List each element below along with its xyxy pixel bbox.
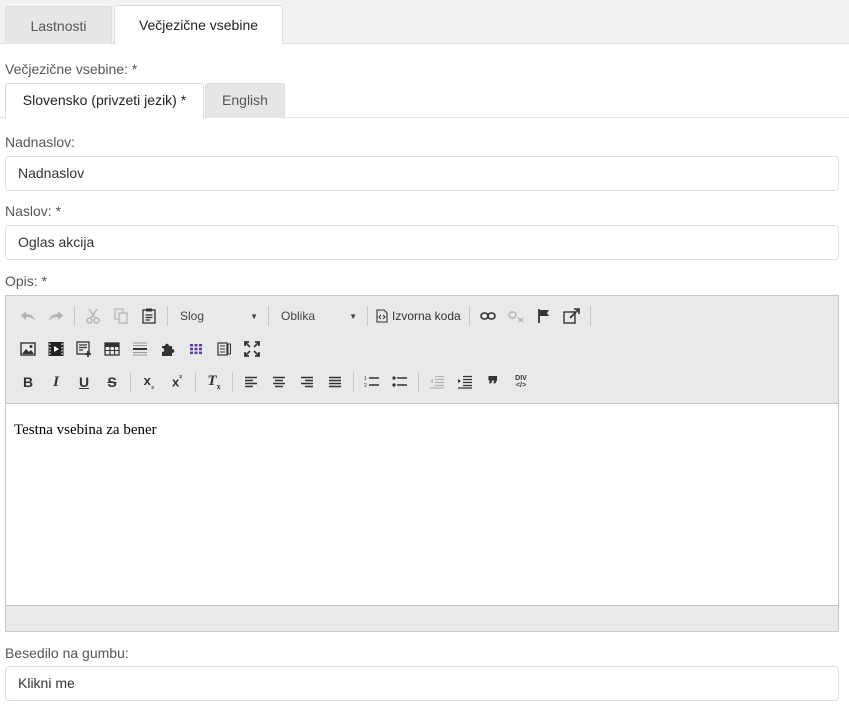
svg-text:2: 2 (364, 383, 367, 389)
toolbar-separator (167, 306, 168, 326)
format-combo-label: Oblika (281, 309, 316, 323)
div-glyph-top: DIV (515, 375, 527, 382)
editor-content-text: Testna vsebina za bener (14, 422, 157, 438)
subscript-mark: ₂ (150, 381, 155, 391)
align-justify-icon[interactable] (321, 369, 349, 395)
bold-glyph: B (22, 374, 34, 390)
table-icon[interactable] (98, 336, 126, 362)
numbered-list-icon[interactable]: 12 (358, 369, 386, 395)
multilang-label: Večjezične vsebine: * (5, 61, 138, 77)
rich-text-editor: Slog ▼ Oblika ▼ Izvorna koda B I U S x₂ … (5, 295, 839, 632)
strikethrough-icon[interactable]: S (98, 369, 126, 395)
title-input[interactable]: Oglas akcija (5, 225, 839, 260)
template-icon[interactable] (70, 336, 98, 362)
tab-lastnosti[interactable]: Lastnosti (5, 6, 112, 44)
bulleted-list-icon[interactable] (386, 369, 414, 395)
title-label: Naslov: * (5, 203, 62, 219)
align-left-icon[interactable] (237, 369, 265, 395)
toolbar-separator (589, 306, 591, 326)
toolbar-row-2 (14, 334, 266, 364)
editor-toolbar: Slog ▼ Oblika ▼ Izvorna koda B I U S x₂ … (6, 296, 838, 404)
blockquote-icon[interactable]: ❞ (479, 369, 507, 396)
link-icon[interactable] (474, 303, 502, 329)
toolbar-row-1: Slog ▼ Oblika ▼ Izvorna koda (14, 301, 595, 331)
subscript-icon[interactable]: x₂ (135, 369, 163, 395)
horizontal-rule-icon[interactable] (126, 336, 154, 362)
remove-format-glyph: Tx (207, 373, 220, 391)
maximize-icon[interactable] (238, 336, 266, 362)
redo-icon[interactable] (42, 303, 70, 329)
tab-lang-slovensko[interactable]: Slovensko (privzeti jezik) * (5, 83, 204, 119)
toolbar-separator (195, 372, 196, 392)
plugin-puzzle-icon[interactable] (154, 336, 182, 362)
bold-icon[interactable]: B (14, 369, 42, 395)
source-code-icon (376, 309, 388, 323)
toolbar-separator (468, 306, 470, 326)
toolbar-separator (353, 372, 354, 392)
italic-glyph: I (53, 373, 59, 390)
div-glyph-bottom: </> (515, 382, 527, 389)
undo-icon[interactable] (14, 303, 42, 329)
top-tab-bar: Lastnosti Večjezične vsebine (0, 0, 849, 45)
toolbar-separator (268, 306, 269, 326)
italic-icon[interactable]: I (42, 369, 70, 395)
tab-lang-english[interactable]: English (205, 83, 285, 118)
align-right-icon[interactable] (293, 369, 321, 395)
show-blocks-icon[interactable] (210, 336, 238, 362)
div-glyph: DIV </> (515, 375, 527, 389)
editor-status-bar (6, 605, 838, 631)
toolbar-separator (130, 372, 131, 392)
superscript-glyph: x² (172, 374, 182, 389)
toolbar-separator (367, 306, 368, 326)
superscript-icon[interactable]: x² (163, 369, 191, 395)
source-code-button[interactable]: Izvorna koda (372, 303, 465, 329)
video-icon[interactable] (42, 336, 70, 362)
div-container-icon[interactable]: DIV </> (507, 369, 535, 395)
source-code-label: Izvorna koda (392, 309, 461, 323)
superscript-mark: ² (179, 374, 182, 384)
style-combo-label: Slog (180, 309, 205, 323)
unlink-icon[interactable] (502, 303, 530, 329)
copy-icon[interactable] (107, 303, 135, 329)
underline-icon[interactable]: U (70, 369, 98, 395)
iframe-icon[interactable] (558, 303, 586, 329)
chevron-down-icon: ▼ (250, 311, 258, 321)
editor-content-area[interactable]: Testna vsebina za bener (6, 404, 838, 605)
toolbar-row-3: B I U S x₂ x² Tx 12 ❞ DIV </> (14, 367, 535, 397)
align-center-icon[interactable] (265, 369, 293, 395)
remove-format-icon[interactable]: Tx (200, 369, 228, 395)
remove-format-mark: x (216, 382, 221, 391)
subtitle-input[interactable]: Nadnaslov (5, 156, 839, 191)
remove-format-base: T (207, 373, 217, 389)
svg-text:1: 1 (364, 376, 367, 382)
language-tab-bar: Slovensko (privzeti jezik) * English (0, 82, 849, 119)
button-text-input[interactable]: Klikni me (5, 666, 839, 701)
tab-vecjezicne-vsebine[interactable]: Večjezične vsebine (114, 5, 283, 45)
paste-icon[interactable] (135, 303, 163, 329)
grid-icon[interactable] (182, 336, 210, 362)
subtitle-label: Nadnaslov: (5, 134, 76, 150)
chevron-down-icon: ▼ (349, 311, 357, 321)
blockquote-glyph: ❞ (487, 374, 499, 396)
anchor-flag-icon[interactable] (530, 303, 558, 329)
outdent-icon[interactable] (423, 369, 451, 395)
indent-icon[interactable] (451, 369, 479, 395)
image-icon[interactable] (14, 336, 42, 362)
strike-glyph: S (107, 374, 117, 390)
description-label: Opis: * (5, 273, 48, 289)
button-text-label: Besedilo na gumbu: (5, 645, 129, 661)
subscript-glyph: x₂ (144, 373, 155, 391)
cut-icon[interactable] (79, 303, 107, 329)
toolbar-separator (74, 306, 75, 326)
underline-glyph: U (78, 374, 90, 390)
style-combo[interactable]: Slog ▼ (172, 303, 264, 329)
toolbar-separator (418, 372, 419, 392)
subscript-base: x (143, 373, 151, 389)
format-combo[interactable]: Oblika ▼ (273, 303, 363, 329)
toolbar-separator (232, 372, 233, 392)
